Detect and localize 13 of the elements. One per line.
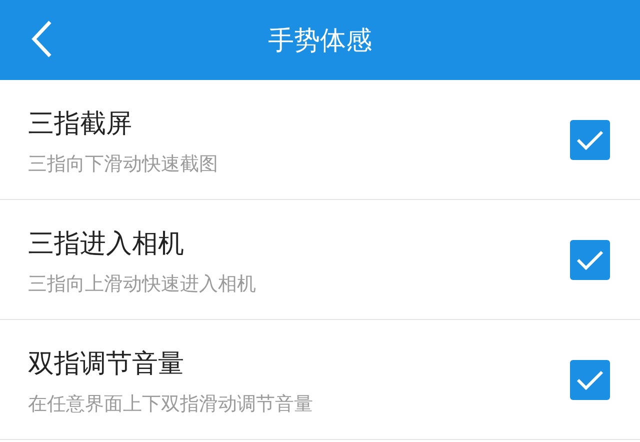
setting-title: 三指进入相机 — [28, 228, 185, 261]
setting-description: 在任意界面上下双指滑动调节音量 — [28, 392, 314, 417]
checkbox[interactable] — [570, 120, 610, 160]
page-title: 手势体感 — [268, 24, 372, 58]
checkbox[interactable] — [570, 240, 610, 280]
setting-title: 三指截屏 — [28, 108, 133, 141]
check-icon — [576, 128, 604, 150]
setting-description: 三指向下滑动快速截图 — [28, 152, 219, 177]
setting-description: 三指向上滑动快速进入相机 — [28, 272, 257, 297]
setting-title: 双指调节音量 — [28, 348, 185, 381]
check-icon — [576, 368, 604, 390]
checkbox[interactable] — [570, 360, 610, 400]
check-icon — [576, 248, 604, 270]
